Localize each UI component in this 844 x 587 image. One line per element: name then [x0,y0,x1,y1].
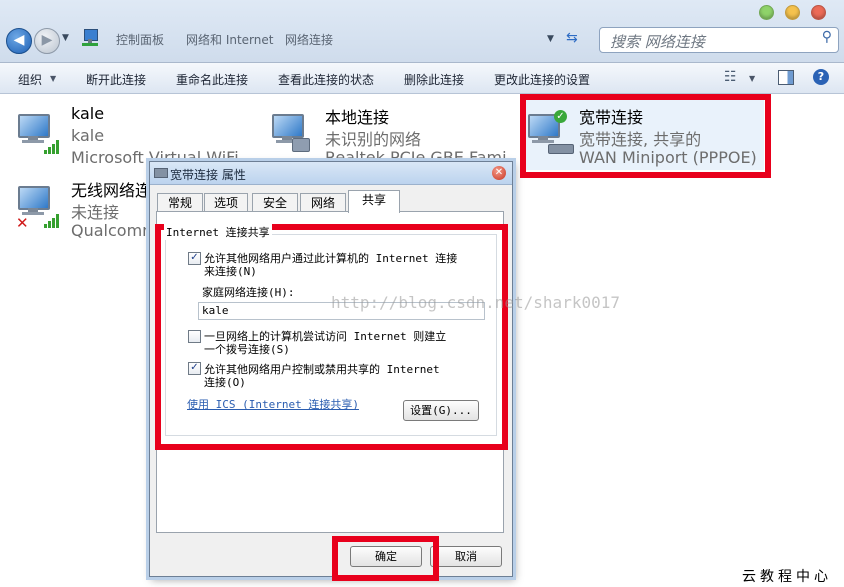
disconnect-button[interactable]: 断开此连接 [86,71,146,88]
dial-on-demand-checkbox[interactable] [188,330,201,343]
connection-name: kale [71,104,105,123]
connection-name: 宽带连接 [579,108,644,127]
minimize-button[interactable] [759,5,774,20]
connection-status: 宽带连接, 共享的 [579,130,702,149]
properties-dialog: 宽带连接 属性 ✕ 常规 选项 安全 网络 共享 Internet 连接共享 ✓… [149,161,513,577]
home-network-value: kale [202,304,229,317]
arrow-right-icon: ▶ [41,32,53,48]
connection-kale[interactable]: kale kale Microsoft Virtual WiFi [16,104,239,168]
dialog-close-button[interactable]: ✕ [492,166,506,180]
view-options-icon[interactable]: ☷ [724,69,737,85]
modem-icon [548,144,574,154]
organize-menu[interactable]: 组织 [18,71,42,88]
ethernet-cable-icon [292,138,310,152]
preview-pane-icon[interactable] [778,70,794,85]
connection-device: WAN Miniport (PPPOE) [579,148,757,167]
close-icon: ✕ [494,167,504,178]
network-folder-icon [82,27,100,47]
search-icon[interactable]: ⚲ [822,29,832,45]
breadcrumb-control-panel[interactable]: 控制面板 [116,31,164,48]
connection-local[interactable]: 本地连接 未识别的网络 Realtek PCIe GBE Fami [270,108,507,168]
view-status-button[interactable]: 查看此连接的状态 [278,71,374,88]
wifi-signal-icon [44,214,62,228]
tab-general[interactable]: 常规 [157,193,203,212]
wifi-signal-icon [44,140,62,154]
ics-group-title: Internet 连接共享 [164,224,272,240]
allow-sharing-label-2: 来连接(N) [204,265,257,278]
help-icon[interactable]: ? [813,69,829,85]
connection-broadband[interactable]: ✓ 宽带连接 宽带连接, 共享的 WAN Miniport (PPPOE) [524,100,764,170]
forward-button[interactable]: ▶ [34,28,60,54]
address-dropdown-icon[interactable]: ▼ [547,34,554,44]
tab-options[interactable]: 选项 [204,193,248,212]
history-dropdown-icon[interactable]: ▼ [62,33,69,43]
connection-device: Qualcomm [71,221,158,240]
change-settings-button[interactable]: 更改此连接的设置 [494,71,590,88]
cancel-button[interactable]: 取消 [430,546,502,567]
settings-button[interactable]: 设置(G)... [403,400,479,421]
breadcrumb-network-connections[interactable]: 网络连接 [285,31,333,48]
search-box[interactable]: 搜索 网络连接 ⚲ [599,27,839,53]
view-dropdown-icon[interactable]: ▼ [749,74,755,83]
search-input[interactable]: 搜索 网络连接 [610,31,705,52]
disconnected-x-icon: ✕ [16,214,29,232]
checkmark-icon: ✓ [190,252,199,263]
modem-icon [154,168,168,178]
dial-on-demand-label-2: 一个拨号连接(S) [204,343,290,356]
connection-status: kale [71,126,105,145]
tab-sharing[interactable]: 共享 [348,190,400,213]
back-button[interactable]: ◀ [6,28,32,54]
arrow-left-icon: ◀ [13,32,25,48]
maximize-button[interactable] [785,5,800,20]
corner-logo-text: 云教程中心 [742,569,832,585]
allow-sharing-checkbox[interactable]: ✓ [188,252,201,265]
delete-button[interactable]: 删除此连接 [404,71,464,88]
refresh-icon[interactable]: ⇆ [566,30,578,46]
dialog-title: 宽带连接 属性 [170,168,246,182]
breadcrumb-network-internet[interactable]: 网络和 Internet [186,31,273,48]
tab-security[interactable]: 安全 [252,193,298,212]
ics-help-link[interactable]: 使用 ICS (Internet 连接共享) [187,396,359,412]
connection-name: 本地连接 [325,108,390,127]
computer-icon [18,186,54,216]
home-network-label: 家庭网络连接(H): [202,286,295,299]
dialog-title-bar[interactable]: 宽带连接 属性 ✕ [150,162,512,185]
connection-status: 未连接 [71,203,120,222]
ok-button[interactable]: 确定 [350,546,422,567]
checkmark-icon: ✓ [190,362,199,373]
organize-dropdown-icon[interactable]: ▼ [50,74,56,83]
title-bar: ◀ ▶ ▼ 控制面板 网络和 Internet 网络连接 ▼ ⇆ 搜索 网络连接… [0,0,844,63]
command-bar: 组织 ▼ 断开此连接 重命名此连接 查看此连接的状态 删除此连接 更改此连接的设… [0,63,844,94]
rename-button[interactable]: 重命名此连接 [176,71,248,88]
connection-wireless[interactable]: ✕ 无线网络连 未连接 Qualcomm [16,180,158,242]
connected-check-icon: ✓ [554,110,567,123]
watermark-text: http://blog.csdn.net/shark0017 [331,293,620,312]
close-button[interactable] [811,5,826,20]
connection-status: 未识别的网络 [325,130,422,149]
allow-control-checkbox[interactable]: ✓ [188,362,201,375]
tab-networking[interactable]: 网络 [300,193,346,212]
connection-name: 无线网络连 [71,181,152,200]
allow-control-label-2: 连接(O) [204,376,246,389]
